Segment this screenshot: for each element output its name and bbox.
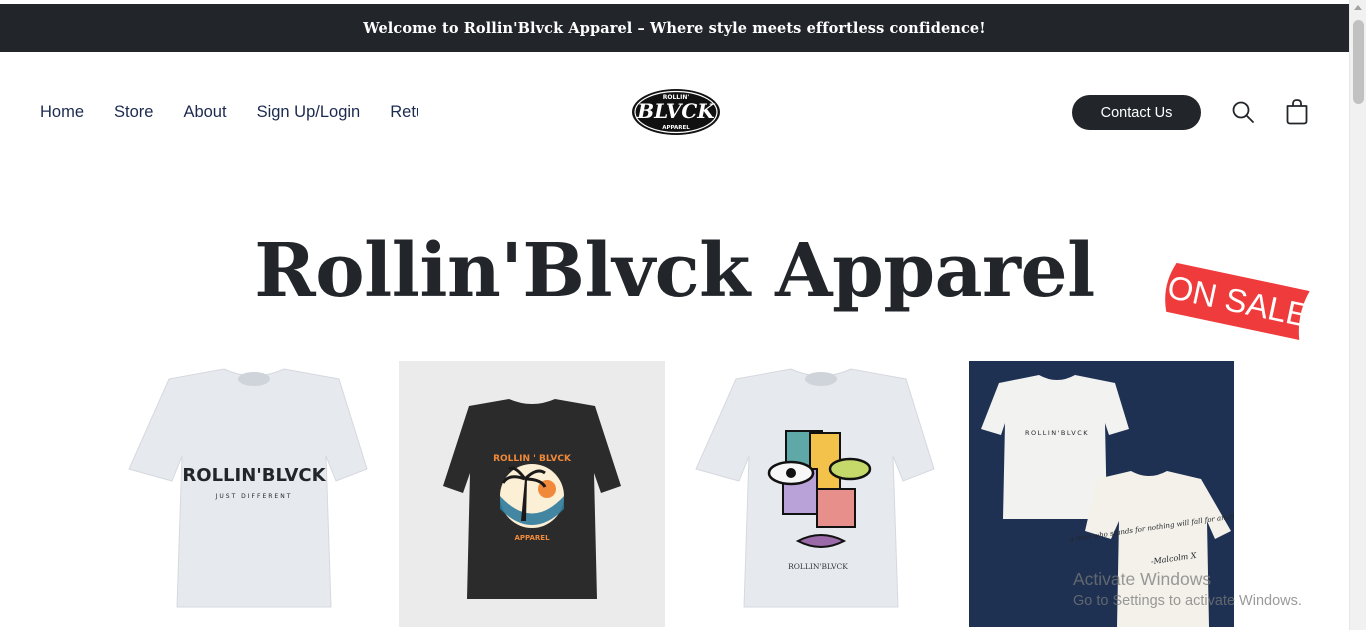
brand-logo[interactable]: ROLLIN' BLVCK APPAREL [629,86,723,138]
watermark-line-2: Go to Settings to activate Windows. [1073,593,1302,609]
product-3-print: ROLLIN'BLVCK [788,562,848,571]
search-icon[interactable] [1230,99,1256,125]
nav-store[interactable]: Store [114,103,153,122]
nav-home[interactable]: Home [40,103,84,122]
product-1-print: ROLLIN'BLVCK [182,465,326,486]
nav-return[interactable]: Return [390,103,418,122]
product-2-print-top: ROLLIN ' BLVCK [493,454,572,464]
windows-activation-watermark: Activate Windows Go to Settings to activ… [1073,569,1302,609]
scrollbar-thumb[interactable] [1353,20,1364,104]
logo-bottom-text: APPAREL [662,125,690,131]
watermark-line-1: Activate Windows [1073,569,1212,589]
product-tile-2[interactable]: ROLLIN ' BLVCK APPAREL [399,361,665,627]
announcement-bar: Welcome to Rollin'Blvck Apparel – Where … [0,4,1349,52]
product-tile-1[interactable]: ROLLIN'BLVCK JUST DIFFERENT [121,361,387,627]
product-1-subprint: JUST DIFFERENT [215,493,293,500]
page-scrollbar[interactable] [1349,0,1366,630]
product-4-print: ROLLIN'BLVCK [1025,429,1089,437]
contact-us-button[interactable]: Contact Us [1072,95,1201,130]
logo-main-text: BLVCK [636,99,716,123]
nav-signup-login[interactable]: Sign Up/Login [257,103,361,122]
product-tile-3[interactable]: ROLLIN'BLVCK [688,361,954,627]
product-2-print-bottom: APPAREL [514,534,550,542]
on-sale-badge[interactable]: ON SALE [1156,246,1316,356]
shopping-bag-icon[interactable] [1284,98,1310,125]
nav-about[interactable]: About [183,103,226,122]
announcement-text: Welcome to Rollin'Blvck Apparel – Where … [363,19,986,37]
scroll-up-arrow-icon[interactable] [1354,5,1362,10]
main-nav: Home Store About Sign Up/Login Return [40,100,418,124]
hero-title: Rollin'Blvck Apparel [254,228,1095,314]
